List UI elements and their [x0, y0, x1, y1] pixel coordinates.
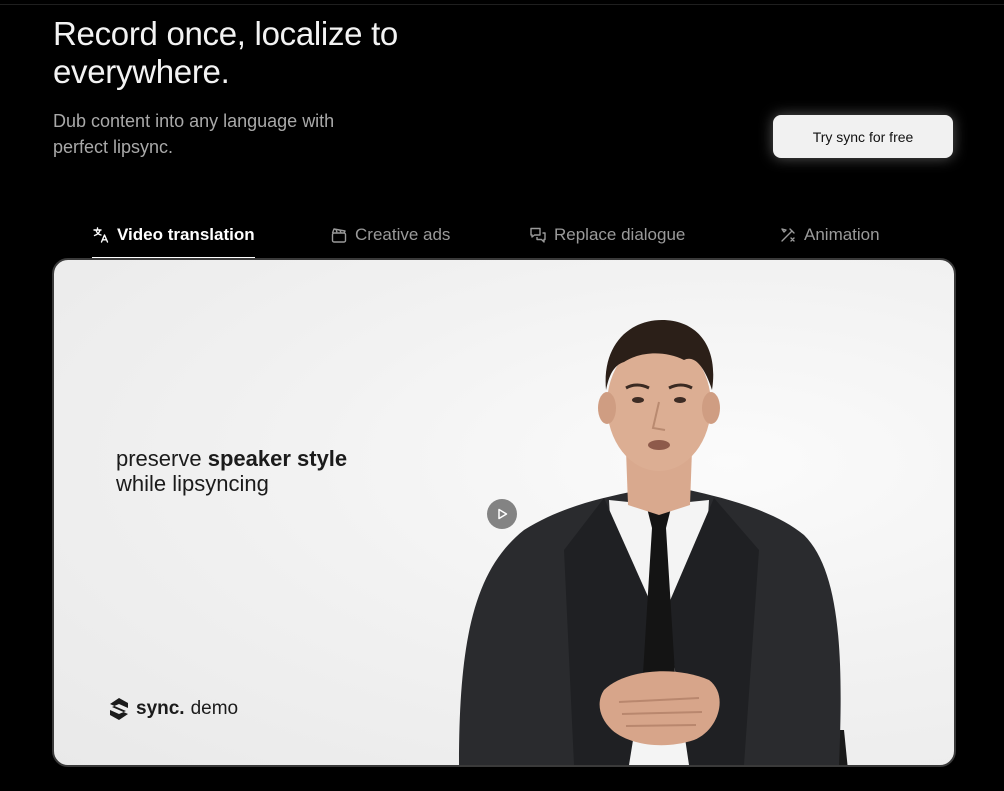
- tab-label: Video translation: [117, 225, 255, 244]
- play-button[interactable]: [487, 499, 517, 529]
- caption-bold: speaker style: [207, 446, 348, 471]
- caption-line-2: while lipsyncing: [116, 471, 269, 496]
- translate-icon: [92, 226, 110, 244]
- caption-normal: preserve: [116, 446, 208, 471]
- tab-replace-dialogue[interactable]: Replace dialogue: [529, 212, 685, 258]
- sync-demo-badge: sync. demo: [108, 697, 238, 721]
- tab-label: Animation: [804, 225, 880, 244]
- tab-creative-ads[interactable]: Creative ads: [330, 212, 450, 258]
- badge-text: demo: [190, 698, 239, 719]
- hero-title: Record once, localize to everywhere.: [53, 15, 398, 90]
- top-divider: [0, 4, 1004, 5]
- video-caption: preserve speaker style while lipsyncing: [116, 446, 347, 496]
- speaker-figure: [459, 320, 848, 765]
- demo-video[interactable]: preserve speaker style while lipsyncing …: [52, 258, 956, 767]
- chat-bubbles-icon: [529, 226, 547, 244]
- play-icon: [495, 507, 509, 521]
- tab-label: Replace dialogue: [554, 225, 686, 244]
- hero-subtitle: Dub content into any language with perfe…: [53, 111, 335, 157]
- feature-tabs: Video translation Creative ads Replace d…: [0, 212, 1004, 260]
- sync-logo-icon: [108, 697, 130, 721]
- tab-label: Creative ads: [355, 225, 451, 244]
- pen-tool-icon: [779, 226, 797, 244]
- try-sync-button[interactable]: Try sync for free: [773, 115, 953, 158]
- tab-animation[interactable]: Animation: [779, 212, 880, 258]
- badge-brand: sync.: [136, 698, 185, 719]
- clapperboard-icon: [330, 226, 348, 244]
- tab-video-translation[interactable]: Video translation: [92, 212, 255, 260]
